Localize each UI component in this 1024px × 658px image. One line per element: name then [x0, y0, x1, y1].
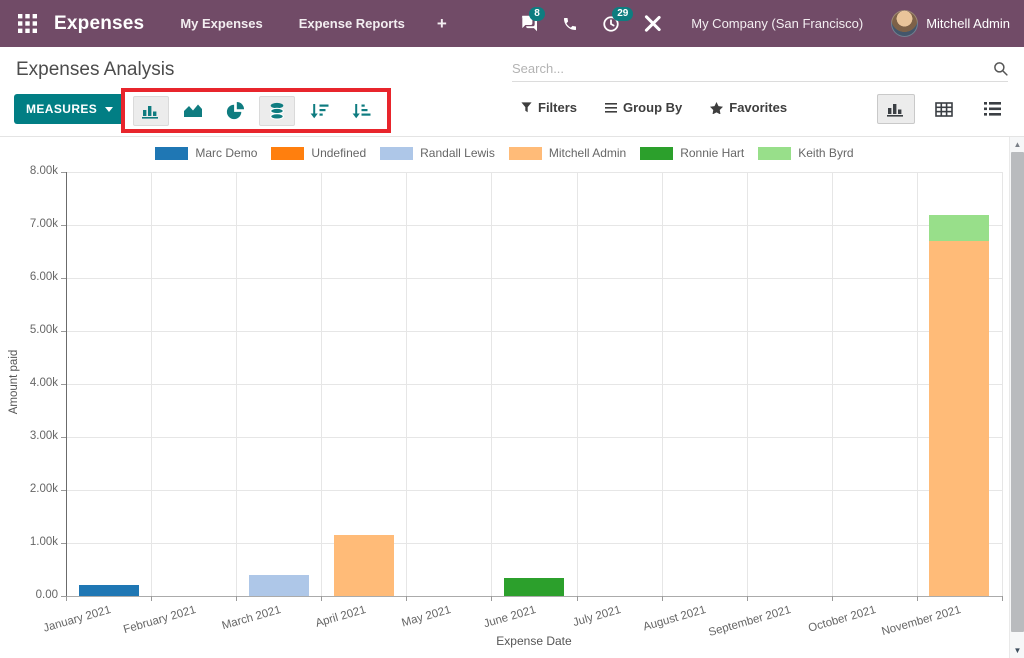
view-switcher [877, 94, 1024, 124]
y-gridline [66, 384, 1002, 385]
x-gridline [406, 172, 407, 596]
x-gridline [321, 172, 322, 596]
filters-menu[interactable]: Filters [521, 100, 577, 115]
stacked-toggle-button[interactable] [259, 96, 295, 126]
y-gridline [66, 225, 1002, 226]
y-axis-line [66, 172, 67, 596]
nav-item-my-expenses[interactable]: My Expenses [180, 16, 262, 31]
x-tick-mark [491, 596, 492, 601]
x-gridline [832, 172, 833, 596]
favorites-label: Favorites [729, 100, 787, 115]
x-gridline [1002, 172, 1003, 596]
facet-bar: Filters Group By Favorites [521, 100, 787, 115]
favorites-menu[interactable]: Favorites [710, 100, 787, 115]
x-axis-title: Expense Date [66, 634, 1002, 648]
group-by-icon [605, 103, 617, 113]
x-gridline [491, 172, 492, 596]
apps-grid-icon[interactable] [10, 7, 44, 41]
y-gridline [66, 331, 1002, 332]
group-by-label: Group By [623, 100, 682, 115]
group-by-menu[interactable]: Group By [605, 100, 682, 115]
chevron-down-icon [105, 107, 113, 112]
vertical-scrollbar[interactable]: ▲ ▼ [1009, 137, 1024, 658]
line-chart-type-button[interactable] [175, 96, 211, 126]
x-tick-mark [747, 596, 748, 601]
bar-segment-keith-byrd[interactable] [929, 215, 989, 240]
bar-segment-marc-demo[interactable] [79, 585, 139, 596]
scrollbar-down-arrow-icon[interactable]: ▼ [1010, 643, 1024, 658]
bar-segment-ronnie-hart[interactable] [504, 578, 564, 596]
y-gridline [66, 437, 1002, 438]
y-gridline [66, 278, 1002, 279]
x-tick-mark [577, 596, 578, 601]
scrollbar-up-arrow-icon[interactable]: ▲ [1010, 137, 1024, 152]
x-gridline [747, 172, 748, 596]
top-nav-bar: Expenses My Expenses Expense Reports + 8… [0, 0, 1024, 47]
x-tick-mark [236, 596, 237, 601]
nav-item-expense-reports[interactable]: Expense Reports [299, 16, 405, 31]
sort-ascending-button[interactable] [343, 96, 379, 126]
sort-descending-button[interactable] [301, 96, 337, 126]
x-tick-mark [662, 596, 663, 601]
user-menu[interactable]: Mitchell Admin [926, 16, 1010, 31]
activities-clock-icon[interactable]: 29 [602, 15, 620, 33]
chart-tools-annotation-box [121, 88, 391, 133]
y-tick-label: 6.00k [0, 271, 58, 283]
x-tick-mark [917, 596, 918, 601]
y-axis-title: Amount paid [8, 322, 20, 442]
x-gridline [236, 172, 237, 596]
chart-area: Marc DemoUndefinedRandall LewisMitchell … [0, 137, 1009, 658]
x-tick-mark [66, 596, 67, 601]
measures-label: MEASURES [26, 102, 97, 116]
bar-segment-mitchell-admin[interactable] [929, 241, 989, 596]
nav-item-add[interactable]: + [437, 14, 447, 34]
search-bar [512, 56, 1008, 82]
x-gridline [917, 172, 918, 596]
x-gridline [577, 172, 578, 596]
y-gridline [66, 596, 1002, 597]
bar-segment-randall-lewis[interactable] [249, 575, 309, 596]
chart-plot: 0.001.00k2.00k3.00k4.00k5.00k6.00k7.00k8… [0, 137, 1009, 658]
page-title: Expenses Analysis [16, 59, 174, 81]
y-tick-label: 1.00k [0, 536, 58, 548]
x-tick-mark [321, 596, 322, 601]
y-gridline [66, 490, 1002, 491]
x-tick-mark [1002, 596, 1003, 601]
y-tick-label: 2.00k [0, 483, 58, 495]
pie-chart-type-button[interactable] [217, 96, 253, 126]
star-icon [710, 102, 723, 114]
company-switcher[interactable]: My Company (San Francisco) [691, 16, 863, 31]
y-tick-label: 0.00 [0, 589, 58, 601]
nav-right-section: 8 29 My Company (San Francisco) Mitch [495, 10, 1010, 37]
list-view-button[interactable] [973, 94, 1011, 124]
messages-badge: 8 [529, 7, 545, 21]
x-tick-mark [151, 596, 152, 601]
x-gridline [662, 172, 663, 596]
pivot-view-button[interactable] [925, 94, 963, 124]
filter-funnel-icon [521, 102, 532, 113]
y-tick-label: 7.00k [0, 218, 58, 230]
activities-badge: 29 [612, 7, 633, 21]
search-input[interactable] [512, 61, 993, 76]
phone-icon[interactable] [562, 16, 578, 32]
user-avatar[interactable] [891, 10, 918, 37]
scrollbar-thumb[interactable] [1011, 152, 1024, 632]
x-gridline [151, 172, 152, 596]
filters-label: Filters [538, 100, 577, 115]
measures-button[interactable]: MEASURES [14, 94, 125, 124]
developer-tools-icon[interactable] [644, 15, 661, 32]
app-name[interactable]: Expenses [54, 13, 144, 35]
x-tick-mark [406, 596, 407, 601]
messages-icon[interactable]: 8 [519, 15, 538, 32]
bar-chart-type-button[interactable] [133, 96, 169, 126]
y-gridline [66, 543, 1002, 544]
y-tick-label: 8.00k [0, 165, 58, 177]
graph-view-button[interactable] [877, 94, 915, 124]
y-gridline [66, 172, 1002, 173]
x-tick-mark [832, 596, 833, 601]
bar-segment-mitchell-admin[interactable] [334, 535, 394, 596]
search-icon[interactable] [993, 61, 1008, 76]
